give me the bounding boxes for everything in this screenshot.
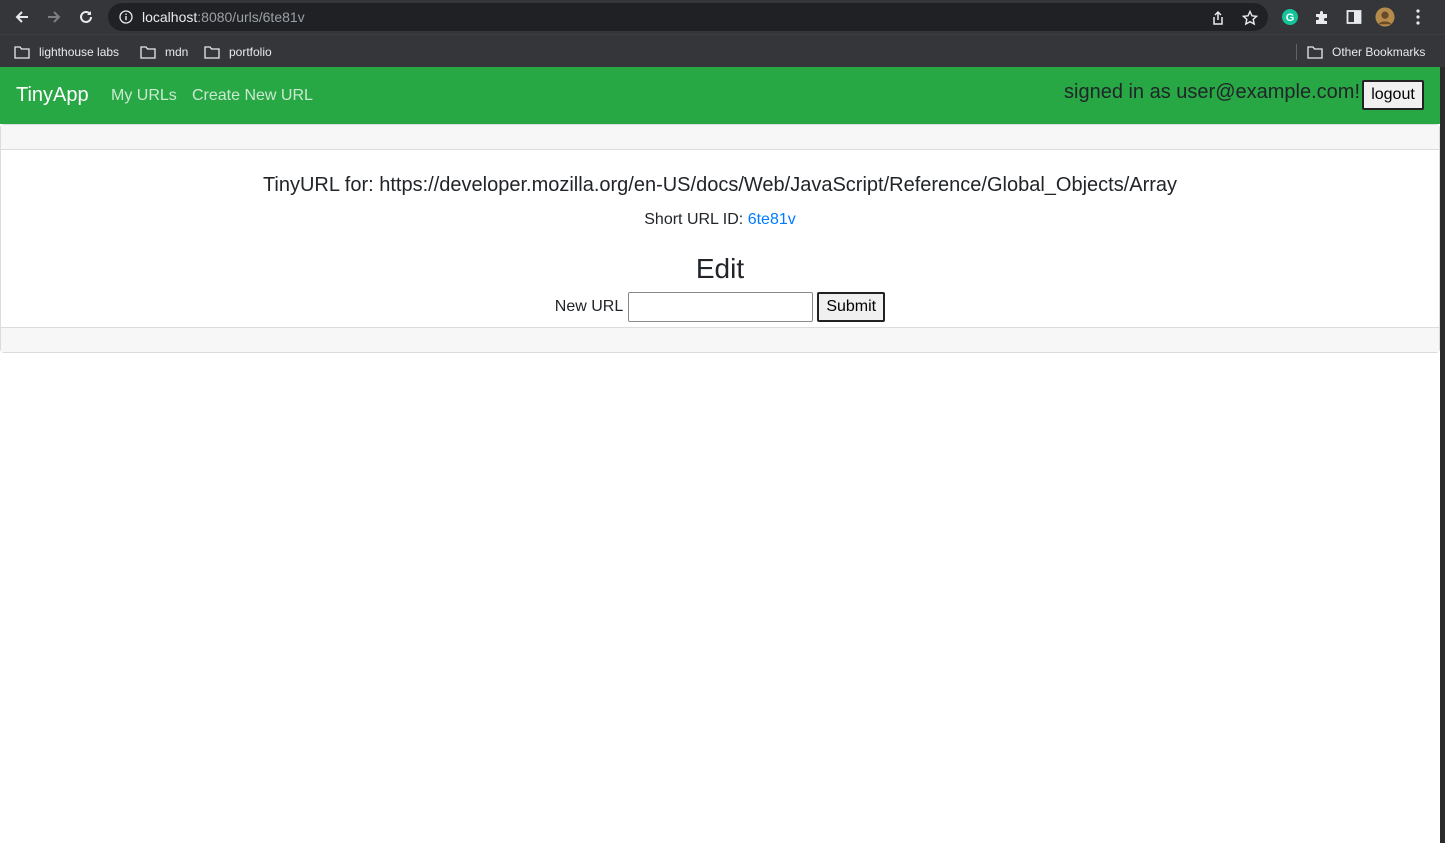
app-navbar: TinyApp My URLs Create New URL signed in…	[0, 67, 1440, 124]
reload-icon	[80, 10, 92, 23]
folder-icon	[1307, 45, 1323, 59]
bookmark-label: mdn	[165, 45, 189, 59]
forward-button[interactable]	[42, 5, 66, 29]
side-panel-icon	[1346, 10, 1362, 24]
logout-button[interactable]: logout	[1362, 80, 1424, 110]
avatar-icon	[1375, 7, 1395, 27]
bookmarks-divider	[1296, 44, 1297, 60]
arrow-left-icon	[15, 11, 28, 23]
bookmark-label: lighthouse labs	[39, 45, 120, 59]
browser-menu-button[interactable]	[1408, 7, 1428, 27]
profile-button[interactable]	[1375, 7, 1395, 27]
short-url-link[interactable]: 6te81v	[748, 211, 796, 228]
bookmark-mdn[interactable]: mdn	[140, 43, 188, 61]
edit-heading: Edit	[695, 253, 745, 284]
card-footer	[1, 327, 1439, 352]
folder-icon	[14, 45, 30, 59]
browser-toolbar: localhost:8080/urls/6te81v G	[0, 0, 1445, 34]
grammarly-extension[interactable]: G	[1280, 7, 1300, 27]
share-icon[interactable]	[1210, 10, 1226, 26]
submit-button[interactable]: Submit	[817, 292, 886, 322]
page-viewport: TinyApp My URLs Create New URL signed in…	[0, 67, 1440, 843]
reload-button[interactable]	[74, 5, 98, 29]
folder-icon	[140, 45, 156, 59]
bookmark-label: portfolio	[229, 45, 272, 59]
bookmark-portfolio[interactable]: portfolio	[204, 43, 272, 61]
nav-create-new-url[interactable]: Create New URL	[192, 87, 313, 105]
signed-in-text: signed in as user@example.com!	[1064, 81, 1360, 103]
edit-form: New URL Submit	[1, 292, 1439, 322]
arrow-right-icon	[48, 11, 61, 23]
url-card: TinyURL for: https://developer.mozilla.o…	[0, 124, 1440, 353]
bookmark-lighthouse-labs[interactable]: lighthouse labs	[14, 43, 119, 61]
url-path: :8080/urls/6te81v	[197, 9, 305, 25]
url-host: localhost	[142, 9, 198, 25]
window-edge	[1440, 67, 1445, 843]
address-url[interactable]: localhost:8080/urls/6te81v	[142, 9, 305, 25]
extensions-button[interactable]	[1312, 7, 1332, 27]
folder-icon	[204, 45, 220, 59]
address-bar[interactable]: localhost:8080/urls/6te81v	[108, 3, 1268, 31]
info-icon[interactable]	[119, 10, 133, 24]
brand-link[interactable]: TinyApp	[16, 84, 89, 107]
other-bookmarks-label: Other Bookmarks	[1332, 45, 1426, 59]
other-bookmarks[interactable]: Other Bookmarks	[1307, 43, 1425, 61]
puzzle-icon	[1316, 11, 1327, 24]
kebab-menu-icon	[1416, 9, 1420, 25]
short-url-label: Short URL ID:	[644, 211, 744, 228]
new-url-input[interactable]	[628, 292, 814, 322]
star-icon[interactable]	[1242, 10, 1258, 26]
card-header	[1, 125, 1439, 150]
side-panel-button[interactable]	[1344, 7, 1364, 27]
back-button[interactable]	[10, 5, 34, 29]
tinyurl-title: TinyURL for: https://developer.mozilla.o…	[262, 174, 1178, 196]
svg-text:G: G	[1286, 12, 1295, 24]
nav-my-urls[interactable]: My URLs	[111, 87, 177, 105]
new-url-label: New URL	[554, 298, 624, 315]
short-url-line: Short URL ID: 6te81v	[1, 211, 1439, 229]
grammarly-icon: G	[1282, 9, 1298, 25]
bookmarks-bar: lighthouse labs mdn portfolio Other Book…	[0, 34, 1445, 67]
